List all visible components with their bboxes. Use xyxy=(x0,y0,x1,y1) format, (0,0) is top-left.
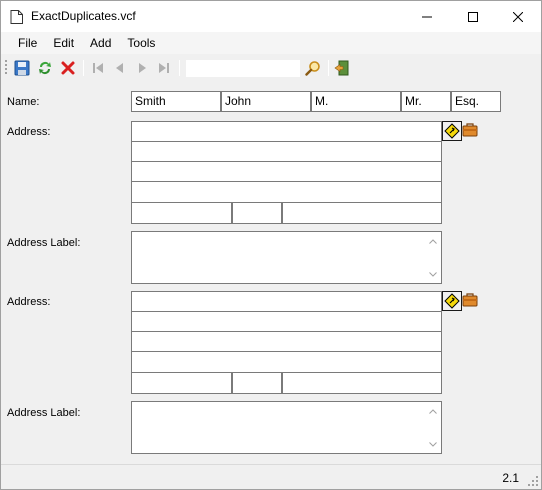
save-button[interactable] xyxy=(12,58,32,78)
scroll-up-icon[interactable] xyxy=(428,406,438,416)
address-line-field[interactable] xyxy=(131,312,442,332)
toolbar-grip-icon[interactable] xyxy=(5,59,8,77)
resize-grip-icon[interactable] xyxy=(527,475,539,487)
close-icon xyxy=(513,11,523,22)
address-line-field[interactable] xyxy=(131,142,442,162)
suffix-field[interactable]: Esq. xyxy=(451,91,501,112)
previous-record-icon xyxy=(116,63,123,73)
save-icon xyxy=(14,60,30,76)
name-label: Name: xyxy=(7,96,40,108)
last-record-button[interactable] xyxy=(154,58,174,78)
scroll-up-icon[interactable] xyxy=(428,236,438,246)
menu-add[interactable]: Add xyxy=(82,32,119,54)
briefcase-icon[interactable] xyxy=(462,121,478,137)
menu-tools[interactable]: Tools xyxy=(119,32,163,54)
address-label: Address: xyxy=(7,296,51,308)
version-label: 2.1 xyxy=(502,471,519,485)
state-field[interactable] xyxy=(232,203,282,224)
address-type-button[interactable] xyxy=(442,121,462,141)
refresh-icon xyxy=(39,62,51,74)
last-name-field[interactable]: Smith xyxy=(131,91,221,112)
minimize-icon xyxy=(422,16,432,17)
diamond-warning-icon xyxy=(444,293,460,309)
exit-button[interactable] xyxy=(332,58,352,78)
toolbar-separator xyxy=(83,60,84,76)
toolbar-separator xyxy=(328,60,329,76)
menu-edit[interactable]: Edit xyxy=(45,32,82,54)
state-field[interactable] xyxy=(232,373,282,394)
address-type-button[interactable] xyxy=(442,291,462,311)
postal-code-field[interactable] xyxy=(282,373,442,394)
address-label-textarea[interactable] xyxy=(131,231,442,284)
delete-button[interactable] xyxy=(58,58,78,78)
document-icon xyxy=(10,10,23,24)
address-line-field[interactable] xyxy=(131,162,442,182)
menu-file[interactable]: File xyxy=(10,32,45,54)
delete-icon xyxy=(61,61,75,75)
first-name-field[interactable]: John xyxy=(221,91,311,112)
close-button[interactable] xyxy=(495,1,541,32)
exit-icon xyxy=(334,60,349,76)
first-record-icon xyxy=(93,63,103,73)
toolbar-separator xyxy=(179,60,180,76)
next-record-icon xyxy=(139,63,146,73)
previous-record-button[interactable] xyxy=(110,58,130,78)
search-input[interactable] xyxy=(185,59,301,78)
city-field[interactable] xyxy=(131,203,232,224)
address-line-field[interactable] xyxy=(131,352,442,373)
address-label-title: Address Label: xyxy=(7,407,81,419)
address-label: Address: xyxy=(7,126,51,138)
first-record-button[interactable] xyxy=(88,58,108,78)
postal-code-field[interactable] xyxy=(282,203,442,224)
prefix-field[interactable]: Mr. xyxy=(401,91,451,112)
address-line-field[interactable] xyxy=(131,291,442,312)
middle-name-field[interactable]: M. xyxy=(311,91,401,112)
address-line-field[interactable] xyxy=(131,332,442,352)
next-record-button[interactable] xyxy=(132,58,152,78)
refresh-button[interactable] xyxy=(35,58,55,78)
search-icon xyxy=(305,61,320,76)
app-window: ExactDuplicates.vcf File Edit Add Tools xyxy=(0,0,542,490)
search-button[interactable] xyxy=(303,58,323,78)
toolbar xyxy=(1,55,541,81)
address-line-field[interactable] xyxy=(131,121,442,142)
maximize-button[interactable] xyxy=(450,1,496,32)
address-line-field[interactable] xyxy=(131,182,442,203)
scroll-down-icon[interactable] xyxy=(428,439,438,449)
window-title: ExactDuplicates.vcf xyxy=(31,9,136,23)
briefcase-icon[interactable] xyxy=(462,291,478,307)
diamond-warning-icon xyxy=(444,123,460,139)
title-bar: ExactDuplicates.vcf xyxy=(1,1,541,32)
menu-bar: File Edit Add Tools xyxy=(1,32,541,54)
status-bar: 2.1 xyxy=(1,464,541,489)
last-record-icon xyxy=(159,63,169,73)
address-label-textarea[interactable] xyxy=(131,401,442,454)
minimize-button[interactable] xyxy=(404,1,450,32)
address-label-title: Address Label: xyxy=(7,237,81,249)
city-field[interactable] xyxy=(131,373,232,394)
scroll-down-icon[interactable] xyxy=(428,269,438,279)
maximize-icon xyxy=(468,11,478,22)
